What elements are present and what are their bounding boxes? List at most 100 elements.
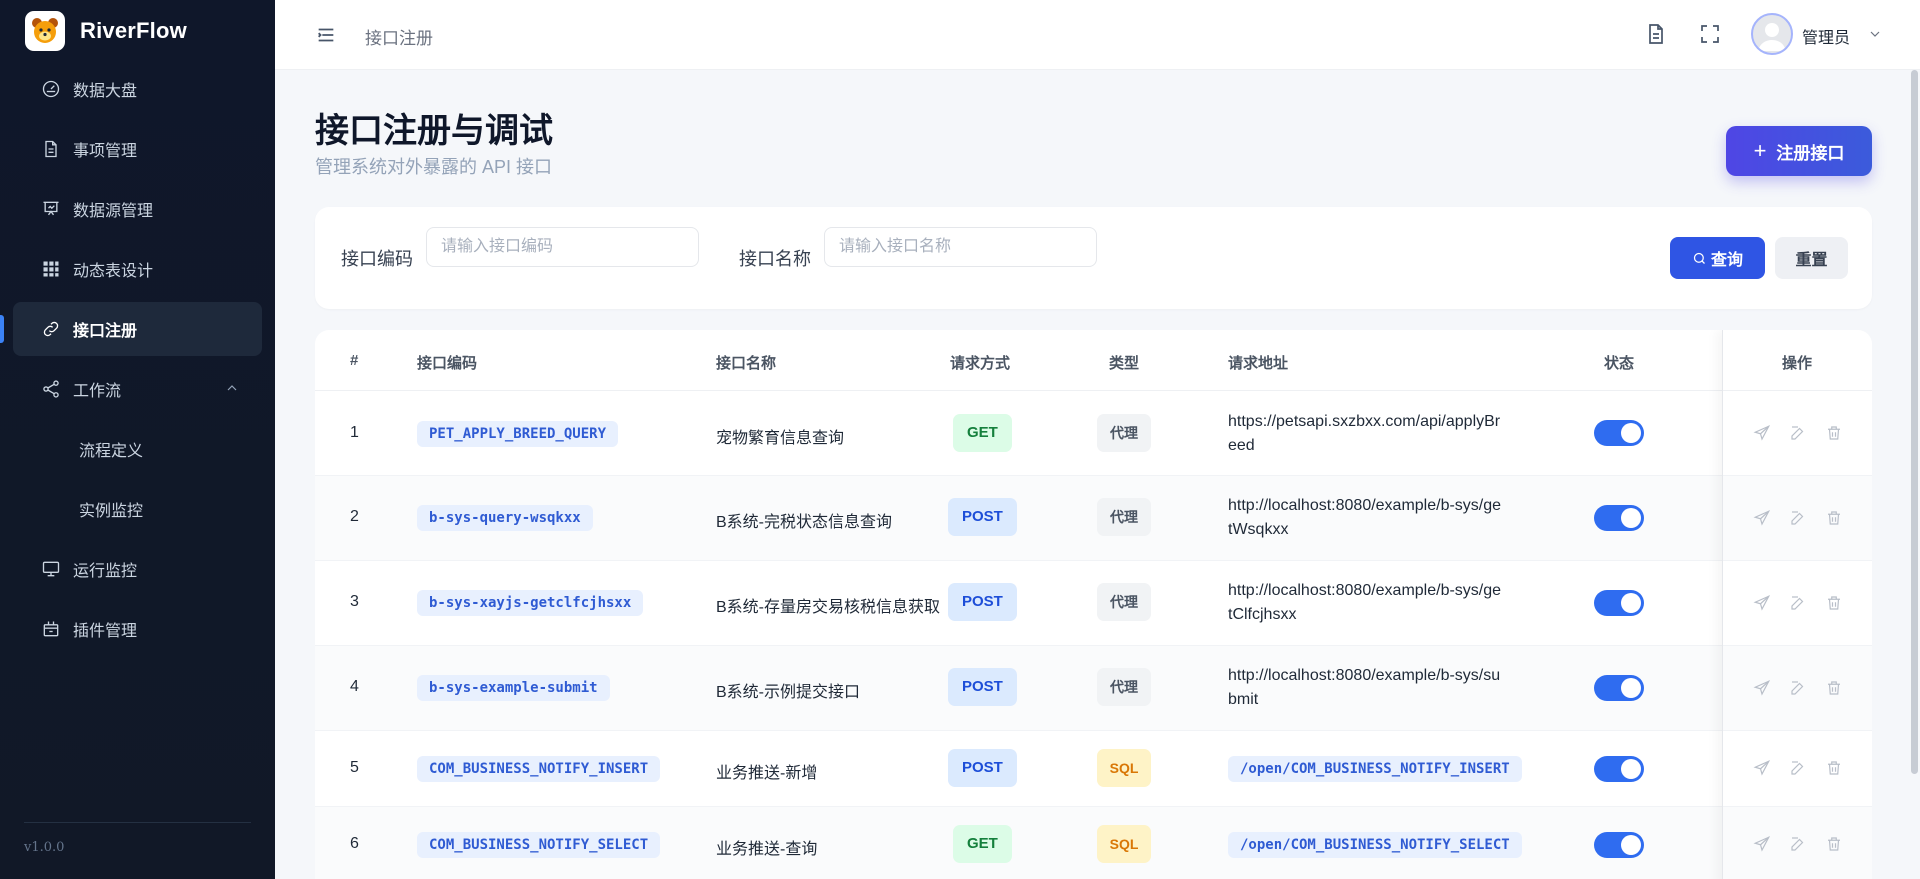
package-icon [41,619,61,639]
column-header-code: 接口编码 [417,355,478,372]
method-badge: GET [953,414,1012,452]
column-header-type: 类型 [1109,355,1140,372]
edit-icon[interactable] [1789,509,1807,527]
sidebar-item-label: 运行监控 [73,563,138,580]
api-code-tag: b-sys-query-wsqkxx [417,505,593,531]
version-label: v1.0.0 [24,840,65,855]
send-test-icon[interactable] [1753,424,1771,442]
edit-icon[interactable] [1789,679,1807,697]
status-toggle[interactable] [1594,420,1644,446]
send-test-icon[interactable] [1753,509,1771,527]
url-line: bmit [1228,691,1259,708]
edit-icon[interactable] [1789,594,1807,612]
presentation-icon [41,199,61,219]
sidebar-item-label: 事项管理 [73,143,138,160]
reset-button[interactable]: 重置 [1775,237,1848,279]
chevron-down-icon[interactable] [1867,26,1883,47]
table-row[interactable]: 2 b-sys-query-wsqkxx B系统-完税状态信息查询 POST 代… [315,476,1872,561]
api-code-tag: COM_BUSINESS_NOTIFY_INSERT [417,756,661,782]
sidebar-item-label: 接口注册 [73,323,138,340]
sidebar-item-datasource[interactable]: 数据源管理 [13,182,262,236]
user-name[interactable]: 管理员 [1802,24,1850,48]
url-line: tWsqkxx [1228,521,1289,538]
sidebar-item-plugins[interactable]: 插件管理 [13,602,262,656]
sidebar-item-api-registry[interactable]: 接口注册 [0,302,262,356]
column-header-method: 请求方式 [950,355,1011,372]
delete-icon[interactable] [1825,759,1843,777]
column-header-url: 请求地址 [1228,355,1289,372]
sidebar-subitem-instance-monitor[interactable]: 实例监控 [13,482,262,536]
sidebar-item-matters[interactable]: 事项管理 [13,122,262,176]
url-line: http://localhost:8080/example/b-sys/ge [1228,497,1502,514]
api-name: B系统-存量房交易核税信息获取 [716,599,941,616]
name-filter-label: 接口名称 [739,249,811,269]
status-toggle[interactable] [1594,675,1644,701]
sidebar-item-dashboard[interactable]: 数据大盘 [13,62,262,116]
filter-panel: 接口编码 接口名称 查询 重置 [315,207,1872,309]
edit-icon[interactable] [1789,424,1807,442]
sidebar-item-dynamic-table[interactable]: 动态表设计 [13,242,262,296]
delete-icon[interactable] [1825,424,1843,442]
edit-icon[interactable] [1789,835,1807,853]
fullscreen-icon[interactable] [1698,22,1722,46]
column-header-status: 状态 [1604,355,1635,372]
brand[interactable]: RiverFlow [0,0,275,62]
sidebar-item-label: 插件管理 [73,623,138,640]
row-index: 3 [350,593,359,610]
status-toggle[interactable] [1594,832,1644,858]
sidebar-item-label: 数据源管理 [73,203,154,220]
delete-icon[interactable] [1825,679,1843,697]
name-filter-input[interactable] [824,227,1097,267]
document-icon[interactable] [1644,22,1668,46]
api-table: # 接口编码 接口名称 请求方式 类型 请求地址 状态 操作 1 PET_APP… [315,330,1872,879]
sidebar-item-label: 动态表设计 [73,263,154,280]
request-url: http://localhost:8080/example/b-sys/ge tW… [1228,494,1528,542]
sidebar-subitem-process-definition[interactable]: 流程定义 [13,422,262,476]
send-test-icon[interactable] [1753,679,1771,697]
sidebar-item-workflow[interactable]: 工作流 [13,362,262,416]
query-button[interactable]: 查询 [1670,237,1765,279]
plus-icon: + [1753,138,1767,163]
register-api-label: 注册接口 [1776,143,1845,163]
type-badge: 代理 [1097,668,1151,706]
table-row[interactable]: 4 b-sys-example-submit B系统-示例提交接口 POST 代… [315,646,1872,731]
row-index: 4 [350,678,359,695]
send-test-icon[interactable] [1753,594,1771,612]
top-header: 接口注册 管理员 [275,0,1920,70]
menu-fold-icon[interactable] [315,24,337,46]
method-badge: GET [953,825,1012,863]
url-line: eed [1228,437,1255,454]
table-row[interactable]: 5 COM_BUSINESS_NOTIFY_INSERT 业务推送-新增 POS… [315,731,1872,807]
status-toggle[interactable] [1594,590,1644,616]
delete-icon[interactable] [1825,509,1843,527]
api-code-tag: b-sys-example-submit [417,675,610,701]
page-scrollbar[interactable] [1911,70,1918,774]
share-icon [41,379,61,399]
edit-icon[interactable] [1789,759,1807,777]
api-name: 业务推送-新增 [716,765,818,782]
code-filter-input[interactable] [426,227,699,267]
delete-icon[interactable] [1825,835,1843,853]
page-subtitle: 管理系统对外暴露的 API 接口 [315,157,553,177]
send-test-icon[interactable] [1753,759,1771,777]
sidebar-item-runtime-monitor[interactable]: 运行监控 [13,542,262,596]
send-test-icon[interactable] [1753,835,1771,853]
column-header-name: 接口名称 [716,355,777,372]
register-api-button[interactable]: + 注册接口 [1726,126,1872,176]
avatar[interactable] [1751,13,1793,55]
request-url: http://localhost:8080/example/b-sys/ge tC… [1228,579,1528,627]
type-badge: SQL [1097,825,1151,863]
column-header-index: # [350,352,359,369]
url-line: http://localhost:8080/example/b-sys/ge [1228,582,1502,599]
bear-logo-icon [25,11,65,51]
api-name: 业务推送-查询 [716,841,818,858]
table-row[interactable]: 1 PET_APPLY_BREED_QUERY 宠物繁育信息查询 GET 代理 … [315,391,1872,476]
table-row[interactable]: 6 COM_BUSINESS_NOTIFY_SELECT 业务推送-查询 GET… [315,807,1872,879]
status-toggle[interactable] [1594,756,1644,782]
type-badge: SQL [1097,749,1151,787]
api-name: B系统-完税状态信息查询 [716,514,893,531]
delete-icon[interactable] [1825,594,1843,612]
table-row[interactable]: 3 b-sys-xayjs-getclfcjhsxx B系统-存量房交易核税信息… [315,561,1872,646]
status-toggle[interactable] [1594,505,1644,531]
url-line: http://localhost:8080/example/b-sys/su [1228,667,1501,684]
